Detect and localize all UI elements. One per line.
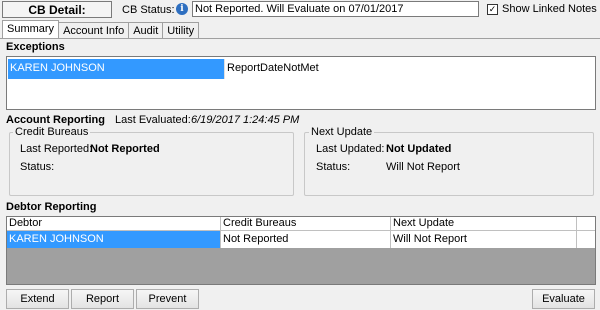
show-linked-notes-checkbox[interactable]: ✓ Show Linked Notes <box>487 3 597 15</box>
column-header-next-update[interactable]: Next Update <box>391 217 577 230</box>
cb-detail-title: CB Detail: <box>2 1 112 18</box>
info-icon[interactable]: i <box>176 3 188 15</box>
list-item[interactable]: KAREN JOHNSON ReportDateNotMet <box>8 59 595 79</box>
exception-type-cell[interactable]: ReportDateNotMet <box>224 59 595 79</box>
credit-bureaus-status-label: Status: <box>20 161 55 173</box>
last-evaluated-value: 6/19/2017 1:24:45 PM <box>191 114 300 126</box>
next-update-legend: Next Update <box>309 126 375 138</box>
last-evaluated-label: Last Evaluated: <box>115 114 191 126</box>
prevent-button[interactable]: Prevent <box>136 289 199 309</box>
cb-status-label: CB Status: <box>122 4 175 16</box>
evaluate-button[interactable]: Evaluate <box>532 289 595 309</box>
last-reported-value: Not Reported <box>90 143 160 155</box>
show-linked-notes-label: Show Linked Notes <box>502 3 597 15</box>
tab-utility[interactable]: Utility <box>162 22 200 38</box>
next-update-status-label: Status: <box>316 161 351 173</box>
exception-debtor-cell[interactable]: KAREN JOHNSON <box>8 59 224 79</box>
account-reporting-title: Account Reporting <box>6 114 105 126</box>
column-header-debtor[interactable]: Debtor <box>7 217 221 230</box>
tab-strip: Summary Account Info Audit Utility <box>2 20 200 38</box>
exceptions-list[interactable]: KAREN JOHNSON ReportDateNotMet <box>6 56 596 110</box>
credit-bureaus-legend: Credit Bureaus <box>13 126 91 138</box>
report-button[interactable]: Report <box>71 289 134 309</box>
debtor-cell[interactable]: KAREN JOHNSON <box>7 231 221 248</box>
tab-audit[interactable]: Audit <box>128 22 164 38</box>
last-updated-label: Last Updated: <box>316 143 385 155</box>
last-updated-value: Not Updated <box>386 143 452 155</box>
extend-button[interactable]: Extend <box>6 289 69 309</box>
row-filler-cell <box>577 231 595 248</box>
column-header-filler <box>577 217 595 230</box>
debtor-reporting-title: Debtor Reporting <box>6 201 97 213</box>
tab-summary[interactable]: Summary <box>2 20 60 38</box>
tab-account-info[interactable]: Account Info <box>58 22 130 38</box>
table-row[interactable]: KAREN JOHNSON Not Reported Will Not Repo… <box>7 231 595 248</box>
next-update-status-value: Will Not Report <box>386 161 460 173</box>
checkbox-checked-icon[interactable]: ✓ <box>487 3 498 15</box>
exceptions-title: Exceptions <box>6 41 65 53</box>
credit-bureaus-cell[interactable]: Not Reported <box>221 231 391 248</box>
last-reported-label: Last Reported: <box>20 143 93 155</box>
next-update-cell[interactable]: Will Not Report <box>391 231 577 248</box>
column-header-credit-bureaus[interactable]: Credit Bureaus <box>221 217 391 230</box>
tab-divider <box>0 38 600 39</box>
cb-status-field[interactable]: Not Reported. Will Evaluate on 07/01/201… <box>192 1 479 17</box>
debtor-reporting-grid[interactable]: Debtor Credit Bureaus Next Update KAREN … <box>6 216 596 285</box>
grid-header: Debtor Credit Bureaus Next Update <box>7 217 595 231</box>
